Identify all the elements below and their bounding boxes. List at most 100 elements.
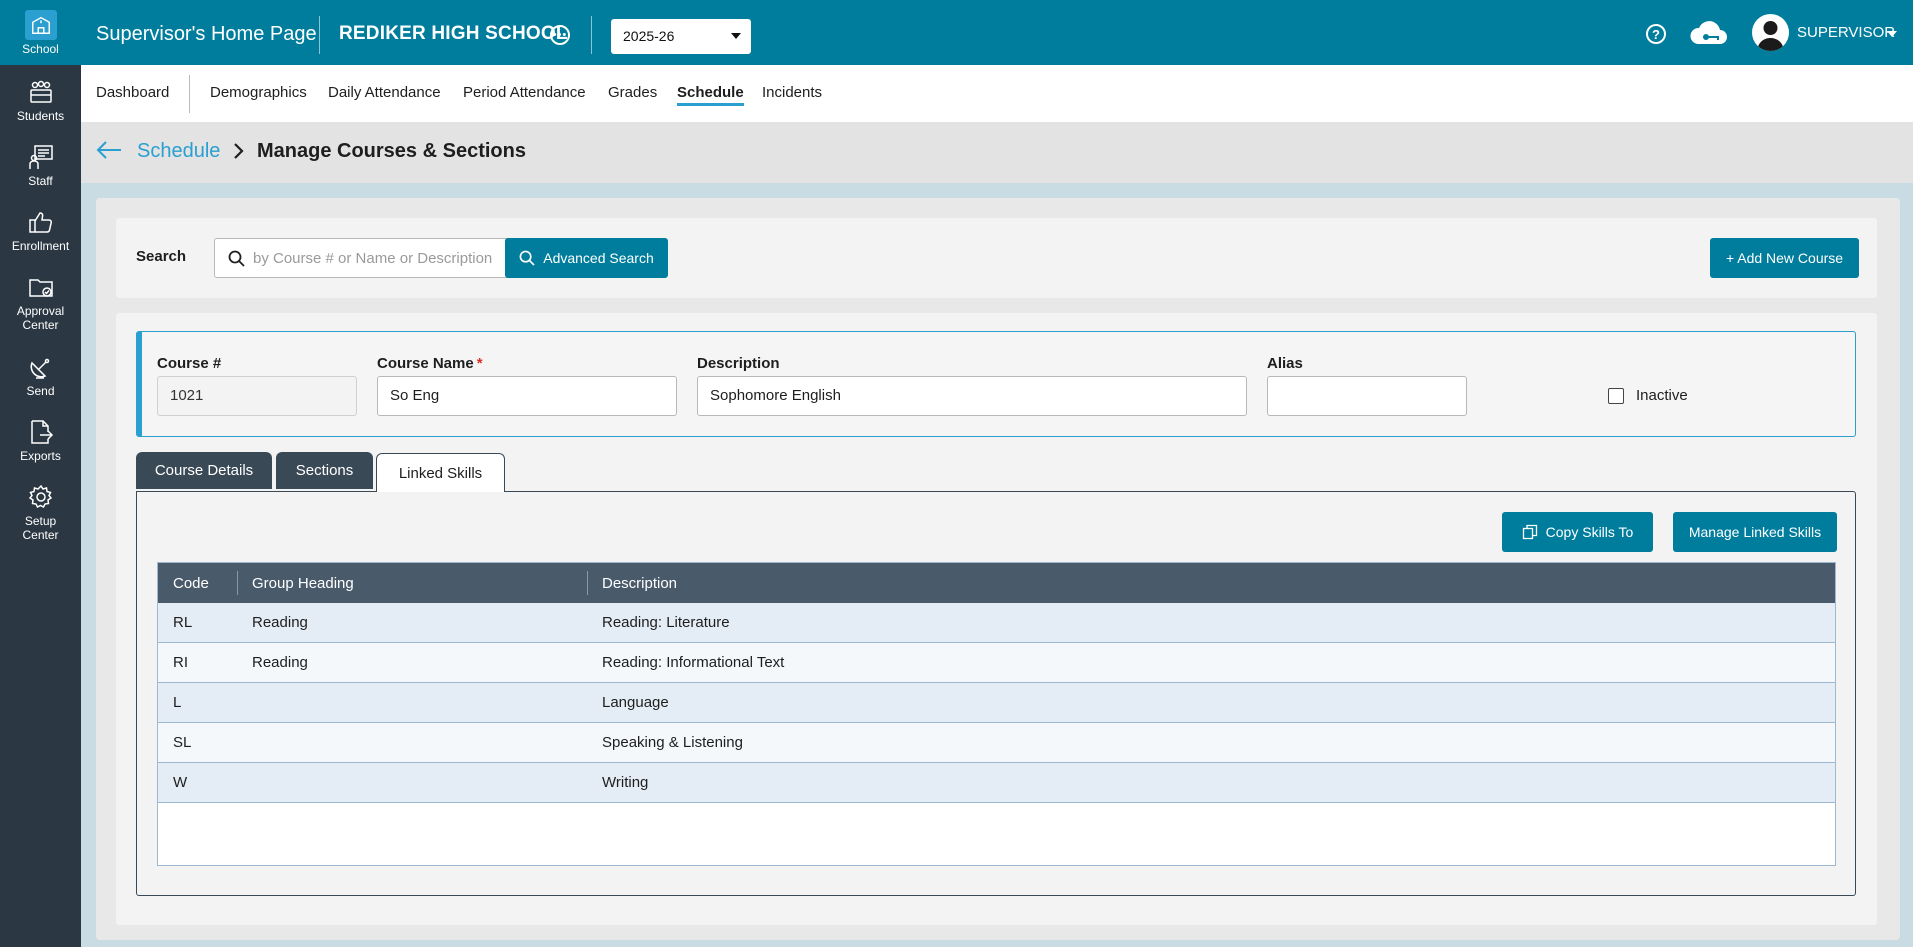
cloud-key-icon[interactable]	[1688, 18, 1730, 50]
tab-linked-skills[interactable]: Linked Skills	[376, 453, 505, 492]
copy-skills-label: Copy Skills To	[1545, 524, 1634, 540]
tab-label: Course Details	[154, 462, 254, 479]
sidebar-item-label: Staff	[28, 174, 53, 188]
course-name-field[interactable]: So Eng	[377, 376, 677, 416]
breadcrumb: Schedule Manage Courses & Sections	[81, 122, 1913, 183]
folder-check-icon	[28, 279, 53, 297]
search-input[interactable]	[253, 248, 503, 268]
help-icon[interactable]: ?	[1646, 24, 1666, 44]
nav-divider	[189, 75, 190, 113]
chevron-down-icon	[731, 33, 741, 39]
breadcrumb-schedule-link[interactable]: Schedule	[137, 140, 220, 163]
sidebar: School Students Staff Enrollment Approva…	[0, 0, 81, 947]
sidebar-item-label: Send	[26, 384, 55, 398]
nav-daily-attendance[interactable]: Daily Attendance	[328, 84, 441, 101]
advanced-search-button[interactable]: Advanced Search	[505, 238, 668, 278]
sidebar-item-label: Approval Center	[16, 304, 65, 332]
description-field[interactable]: Sophomore English	[697, 376, 1247, 416]
copy-skills-button[interactable]: Copy Skills To	[1502, 512, 1653, 552]
nav-dashboard[interactable]: Dashboard	[96, 84, 169, 101]
sidebar-item-label: School	[22, 41, 59, 56]
header-divider	[591, 16, 592, 54]
cell-code: RI	[173, 654, 188, 671]
tab-label: Linked Skills	[398, 464, 483, 482]
search-bar: Search Advanced Search + Add New Course	[116, 218, 1877, 298]
description-value: Sophomore English	[710, 387, 841, 404]
thumbs-up-icon	[28, 212, 52, 233]
course-name-label: Course Name *	[377, 355, 483, 372]
sidebar-item-school[interactable]: School	[0, 0, 81, 65]
course-editor: Course # 1021 Course Name * So Eng Descri…	[116, 313, 1877, 925]
required-marker: *	[476, 355, 483, 372]
table-row[interactable]: L Language	[158, 683, 1835, 723]
module-nav: Dashboard Demographics Daily Attendance …	[81, 65, 1913, 122]
sidebar-item-label: Enrollment	[11, 239, 70, 253]
school-menu-icon[interactable]: •••	[550, 25, 570, 45]
course-name-value: So Eng	[390, 387, 440, 404]
nav-grades[interactable]: Grades	[608, 84, 657, 101]
table-row[interactable]: SL Speaking & Listening	[158, 723, 1835, 763]
column-divider	[587, 571, 588, 595]
nav-demographics[interactable]: Demographics	[210, 84, 307, 101]
column-divider	[237, 571, 238, 595]
sidebar-item-setup-center[interactable]: Setup Center	[0, 483, 81, 542]
advanced-search-label: Advanced Search	[543, 250, 654, 266]
sidebar-item-students[interactable]: Students	[0, 78, 81, 123]
manage-linked-skills-button[interactable]: Manage Linked Skills	[1673, 512, 1837, 552]
sidebar-item-exports[interactable]: Exports	[0, 418, 81, 463]
user-menu[interactable]: SUPERVISOR	[1797, 24, 1895, 41]
top-header: Supervisor's Home Page REDIKER HIGH SCHO…	[81, 0, 1913, 65]
add-new-course-button[interactable]: + Add New Course	[1710, 238, 1859, 278]
chevron-right-icon	[234, 143, 244, 159]
back-arrow-icon[interactable]	[96, 140, 122, 160]
column-header-description[interactable]: Description	[602, 575, 677, 592]
course-number-label: Course #	[157, 355, 222, 372]
sidebar-item-staff[interactable]: Staff	[0, 143, 81, 188]
table-row[interactable]: W Writing	[158, 763, 1835, 803]
course-number-field: 1021	[157, 376, 357, 416]
sidebar-item-label: Students	[16, 109, 65, 123]
linked-skills-table: Code Group Heading Description RL Readin…	[157, 562, 1836, 866]
sidebar-item-label: Setup Center	[22, 514, 59, 542]
school-year-value: 2025-26	[623, 28, 675, 44]
cell-description: Writing	[602, 774, 649, 791]
column-header-group-heading[interactable]: Group Heading	[252, 575, 354, 592]
alias-field[interactable]	[1267, 376, 1467, 416]
header-divider	[319, 16, 320, 54]
students-icon	[29, 80, 52, 103]
satellite-dish-icon	[30, 358, 49, 379]
table-header: Code Group Heading Description	[158, 563, 1835, 603]
inactive-checkbox[interactable]	[1608, 388, 1624, 404]
table-row[interactable]: RL Reading Reading: Literature	[158, 603, 1835, 643]
search-field[interactable]	[214, 238, 514, 278]
avatar[interactable]	[1752, 14, 1789, 51]
cell-description: Language	[602, 694, 669, 711]
school-name: REDIKER HIGH SCHOOL	[339, 23, 568, 44]
breadcrumb-current: Manage Courses & Sections	[257, 140, 526, 162]
page-title: Supervisor's Home Page	[96, 23, 317, 45]
sidebar-item-label: Exports	[20, 449, 61, 463]
staff-icon	[28, 145, 53, 169]
tab-course-details[interactable]: Course Details	[136, 452, 272, 489]
linked-skills-panel: Copy Skills To Manage Linked Skills Code…	[136, 491, 1856, 896]
chevron-down-icon[interactable]	[1887, 31, 1897, 37]
sidebar-item-send[interactable]: Send	[0, 353, 81, 398]
description-label: Description	[697, 355, 780, 372]
school-year-select[interactable]: 2025-26	[611, 19, 751, 54]
main-panel: Search Advanced Search + Add New Course …	[96, 198, 1900, 940]
sidebar-item-approval-center[interactable]: Approval Center	[0, 273, 81, 332]
cell-description: Reading: Informational Text	[602, 654, 785, 671]
column-header-code[interactable]: Code	[173, 575, 209, 592]
sidebar-item-enrollment[interactable]: Enrollment	[0, 208, 81, 253]
cell-code: W	[173, 774, 188, 791]
nav-incidents[interactable]: Incidents	[762, 84, 822, 101]
cell-description: Reading: Literature	[602, 614, 730, 631]
cell-code: L	[173, 694, 182, 711]
table-row[interactable]: RI Reading Reading: Informational Text	[158, 643, 1835, 683]
tab-sections[interactable]: Sections	[276, 452, 373, 489]
inactive-label: Inactive	[1636, 387, 1688, 404]
tab-label: Sections	[295, 462, 354, 479]
nav-schedule[interactable]: Schedule	[677, 84, 744, 106]
cell-group-heading: Reading	[252, 614, 308, 631]
nav-period-attendance[interactable]: Period Attendance	[463, 84, 586, 101]
